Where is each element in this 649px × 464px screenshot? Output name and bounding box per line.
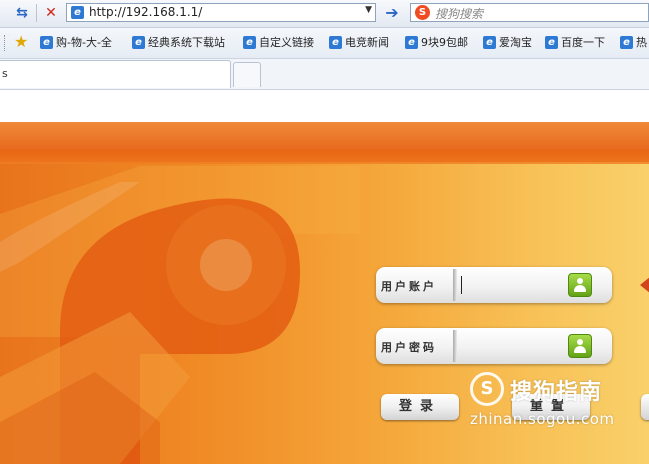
text-cursor xyxy=(461,276,462,294)
favorite-label: 热 xyxy=(636,36,647,49)
field-divider xyxy=(453,269,457,301)
user-icon xyxy=(568,273,592,297)
favorite-label: 自定义链接 xyxy=(259,36,314,49)
ie-page-icon: e xyxy=(620,36,633,49)
page-content: 用户账户 用户密码 登录 重置 S 搜狗指南 zhinan.sogou.com xyxy=(0,90,649,464)
arrow-left-icon xyxy=(640,277,649,293)
ie-page-icon: e xyxy=(405,36,418,49)
ie-page-icon: e xyxy=(329,36,342,49)
favorite-label: 购-物-大-全 xyxy=(56,36,112,49)
new-tab-button[interactable] xyxy=(233,62,261,87)
ie-page-icon: e xyxy=(243,36,256,49)
password-field[interactable]: 用户密码 xyxy=(376,328,612,364)
favorite-label: 9块9包邮 xyxy=(421,36,468,49)
favorite-label: 爱淘宝 xyxy=(499,36,532,49)
watermark-brand: 搜狗指南 xyxy=(510,380,603,405)
username-label: 用户账户 xyxy=(381,280,437,293)
favorite-label: 百度一下 xyxy=(561,36,605,49)
favorite-label: 电竞新闻 xyxy=(345,36,389,49)
watermark: S 搜狗指南 zhinan.sogou.com xyxy=(470,372,645,432)
stop-icon[interactable]: ✕ xyxy=(41,3,61,23)
address-bar[interactable]: e http://192.168.1.1/ ▼ xyxy=(66,3,376,22)
search-box[interactable]: S 搜狗搜索 xyxy=(410,3,649,22)
sogou-watermark-icon: S xyxy=(470,372,504,406)
username-input[interactable] xyxy=(460,275,560,297)
sogou-logo-icon: S xyxy=(415,5,430,20)
browser-toolbar: ⇆ ✕ e http://192.168.1.1/ ▼ ➔ S 搜狗搜索 xyxy=(0,0,649,28)
watermark-url: zhinan.sogou.com xyxy=(470,410,615,428)
ie-page-icon: e xyxy=(40,36,53,49)
ie-page-icon: e xyxy=(545,36,558,49)
toolbar-separator xyxy=(36,4,37,22)
ie-page-icon: e xyxy=(71,6,84,19)
favorites-star-icon[interactable]: ★ xyxy=(14,34,28,50)
tab-strip: s xyxy=(0,59,649,90)
refresh-icon[interactable]: ⇆ xyxy=(12,3,32,23)
user-icon xyxy=(568,334,592,358)
favorites-bar: ★ e 购-物-大-全 e 经典系统下载站 e 自定义链接 e 电竞新闻 e 9… xyxy=(0,28,649,59)
password-label: 用户密码 xyxy=(381,341,437,354)
tab-current[interactable]: s xyxy=(0,60,231,88)
login-panel: 用户账户 用户密码 登录 重置 S 搜狗指南 zhinan.sogou.com xyxy=(0,122,649,464)
address-text: http://192.168.1.1/ xyxy=(89,5,203,19)
username-field[interactable]: 用户账户 xyxy=(376,267,612,303)
ie-page-icon: e xyxy=(483,36,496,49)
favorite-label: 经典系统下载站 xyxy=(148,36,225,49)
password-input[interactable] xyxy=(460,336,560,358)
field-divider xyxy=(453,330,457,362)
chevron-down-icon[interactable]: ▼ xyxy=(365,5,372,15)
tab-title: s xyxy=(2,67,8,80)
toolbar-grip[interactable] xyxy=(4,35,8,51)
ie-page-icon: e xyxy=(132,36,145,49)
go-arrow-icon[interactable]: ➔ xyxy=(382,3,402,23)
search-placeholder: 搜狗搜索 xyxy=(435,7,484,21)
login-button[interactable]: 登录 xyxy=(381,394,459,420)
